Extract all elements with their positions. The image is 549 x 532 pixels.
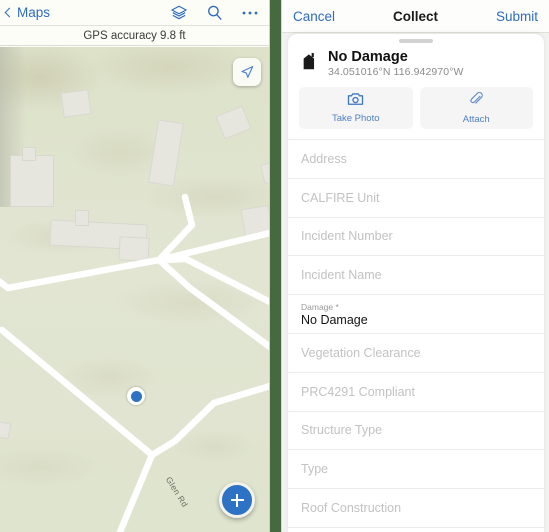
submit-button[interactable]: Submit	[496, 9, 538, 24]
field-roof-construction[interactable]: Roof Construction	[288, 489, 544, 528]
attach-label: Attach	[462, 114, 490, 125]
paperclip-icon	[469, 91, 484, 112]
field-label: Address	[301, 151, 347, 166]
gps-accuracy-text: GPS accuracy 9.8 ft	[83, 29, 186, 42]
locate-me-button[interactable]	[233, 58, 261, 86]
map-canvas[interactable]: Glen Rd	[0, 47, 269, 532]
take-photo-button[interactable]: Take Photo	[299, 87, 413, 129]
field-label: Incident Name	[301, 268, 382, 283]
gps-accuracy-bar: GPS accuracy 9.8 ft	[0, 26, 269, 46]
field-vegetation-clearance[interactable]: Vegetation Clearance	[288, 334, 544, 373]
app-screen: Maps GPS accuracy 9.8 ft Glen Rd Cancel …	[0, 0, 549, 532]
attach-button[interactable]: Attach	[419, 87, 533, 129]
page-title: Collect	[392, 8, 438, 24]
building-icon	[300, 52, 317, 75]
field-label: Roof Construction	[301, 501, 402, 516]
field-prc4291-compliant[interactable]: PRC4291 Compliant	[288, 373, 544, 412]
field-label: CALFIRE Unit	[301, 190, 380, 205]
field-value: No Damage	[301, 312, 368, 327]
field-label: Structure Type	[301, 423, 383, 438]
field-damage[interactable]: Damage * No Damage	[288, 295, 544, 334]
feature-coordinates: 34.051016°N 116.942970°W	[328, 66, 464, 78]
field-address[interactable]: Address	[288, 140, 544, 179]
field-label: PRC4291 Compliant	[301, 384, 415, 399]
field-label: Incident Number	[301, 229, 393, 244]
form-navbar: Cancel Collect Submit	[282, 0, 549, 33]
feature-header: No Damage 34.051016°N 116.942970°W	[288, 43, 544, 87]
map-panel: Maps GPS accuracy 9.8 ft Glen Rd	[0, 0, 270, 532]
feature-title: No Damage	[328, 49, 408, 65]
feature-text: No Damage 34.051016°N 116.942970°W	[328, 49, 464, 78]
back-to-maps-button[interactable]: Maps	[4, 5, 51, 20]
take-photo-label: Take Photo	[331, 113, 380, 124]
attachment-actions: Take Photo Attach	[288, 87, 544, 139]
panel-divider	[270, 0, 281, 532]
layers-icon[interactable]	[170, 4, 188, 22]
field-label: Vegetation Clearance	[301, 345, 421, 360]
form-fields: Address CALFIRE Unit Incident Number Inc…	[288, 139, 544, 528]
cancel-button[interactable]: Cancel	[293, 9, 335, 24]
user-location-marker[interactable]	[127, 387, 145, 405]
chevron-left-icon	[4, 7, 15, 18]
map-toolbar: Maps	[0, 0, 269, 26]
collect-sheet: No Damage 34.051016°N 116.942970°W Take …	[288, 34, 544, 532]
add-feature-button[interactable]	[219, 482, 255, 518]
field-structure-type[interactable]: Structure Type	[288, 412, 544, 451]
search-icon[interactable]	[206, 4, 223, 21]
field-label: Damage *	[301, 301, 339, 312]
map-roads	[0, 193, 269, 532]
field-type[interactable]: Type	[288, 450, 544, 490]
back-button-label: Maps	[17, 5, 51, 20]
field-incident-name[interactable]: Incident Name	[288, 256, 544, 296]
field-calfire-unit[interactable]: CALFIRE Unit	[288, 179, 544, 218]
collect-form-panel: Cancel Collect Submit No Damage 34.05101…	[281, 0, 549, 532]
more-icon[interactable]	[241, 10, 259, 16]
field-label: Type	[301, 462, 329, 477]
camera-icon	[347, 92, 364, 111]
field-incident-number[interactable]: Incident Number	[288, 218, 544, 257]
location-dot	[130, 390, 142, 402]
